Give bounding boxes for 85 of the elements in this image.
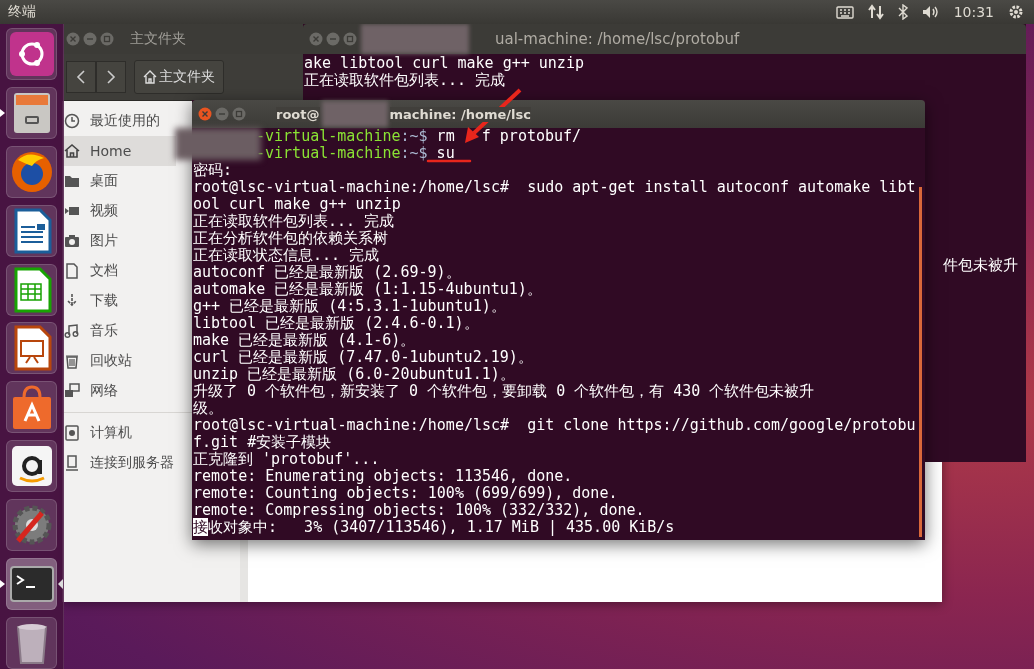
prompt-host: -virtual-machine (256, 127, 401, 145)
terminal-line: 升级了 0 个软件包，新安装了 0 个软件包，要卸载 0 个软件包，有 430 个软件包未被升 (193, 383, 816, 400)
command-text: su (435, 144, 455, 162)
bluetooth-icon[interactable] (897, 4, 908, 20)
forward-button[interactable] (96, 61, 126, 93)
launcher-item[interactable] (5, 381, 58, 434)
terminal-line: make 已经是最新版 (4.1-6)。 (193, 332, 417, 349)
prompt-path: :~$ (400, 127, 428, 145)
drive-icon (64, 425, 80, 441)
blurred-patch (321, 101, 388, 127)
terminal-line: 正在分析软件包的依赖关系树 (193, 230, 389, 247)
sidebar-item[interactable]: Home (62, 136, 176, 166)
sidebar-item[interactable]: 网络 (62, 376, 176, 406)
prompt-path: :~$ (400, 144, 428, 162)
close-icon[interactable] (198, 107, 212, 121)
terminal-line: ool curl make g++ unzip (193, 196, 402, 213)
chevron-right-icon (106, 70, 116, 84)
chevron-left-icon (76, 70, 86, 84)
terminal-line: 收对象中: 3% (3407/113546), 1.17 MiB | 435.00 KiB/s (208, 518, 675, 536)
volume-icon[interactable] (921, 5, 940, 19)
terminal-line: remote: Counting objects: 100% (699/699), done. (193, 485, 619, 502)
launcher-item[interactable] (5, 263, 58, 316)
terminal-line: 密码: (193, 162, 234, 179)
command-text: rm (435, 127, 455, 145)
terminal-line: 正在读取状态信息... 完成 (193, 247, 381, 264)
terminal-line: autoconf 已经是最新版 (2.69-9)。 (193, 264, 462, 281)
sidebar-item[interactable]: 下载 (62, 286, 176, 316)
server-icon (64, 455, 80, 471)
terminal-line: remote: Enumerating objects: 113546, done. (193, 468, 574, 485)
app-title: 终端 (8, 3, 36, 21)
terminal-line: curl 已经是最新版 (7.47.0-1ubuntu2.19)。 (193, 349, 534, 366)
launcher-item[interactable] (5, 28, 58, 81)
launcher-item[interactable] (6, 87, 58, 140)
folder-icon (64, 173, 80, 189)
terminal-line: 级。 (193, 400, 224, 417)
sidebar-item[interactable]: 计算机 (62, 418, 176, 448)
home-icon (64, 143, 80, 159)
window-title: ual-machine: /home/lsc/protobuf (495, 30, 740, 48)
document-icon (64, 263, 80, 279)
launcher-item[interactable] (5, 322, 58, 375)
terminal-line: 件包未被升 (943, 257, 1018, 274)
window-title: 主文件夹 (130, 30, 186, 48)
terminal-line: automake 已经是最新版 (1:1.15-4ubuntu1)。 (193, 281, 543, 298)
annotation-underline (426, 159, 472, 163)
terminal-line: unzip 已经是最新版 (6.0-20ubuntu1.1)。 (193, 366, 516, 383)
sidebar-item[interactable]: 视频 (62, 196, 176, 226)
launcher-item[interactable] (6, 557, 57, 610)
terminal-line: root@lsc-virtual-machine:/home/lsc# git clone https://github.com/google/protobu (193, 417, 917, 434)
sidebar-item[interactable]: 音乐 (62, 316, 176, 346)
trash-icon (64, 353, 80, 369)
terminal-line: g++ 已经是最新版 (4:5.3.1-1ubuntu1)。 (193, 298, 507, 315)
home-icon (143, 70, 157, 84)
clock-icon (64, 113, 80, 129)
sidebar-item[interactable]: 文档 (62, 256, 176, 286)
network-icon[interactable] (867, 4, 884, 20)
keyboard-icon[interactable] (835, 5, 854, 19)
terminal-line: 正在读取软件包列表... 完成 (193, 213, 395, 230)
terminal-line: libtool 已经是最新版 (2.4.6-0.1)。 (193, 315, 480, 332)
prompt-host: -virtual-machine (256, 144, 401, 162)
music-note-icon (64, 323, 80, 339)
path-button[interactable]: 主文件夹 (134, 60, 224, 94)
launcher-item[interactable] (5, 616, 58, 669)
window-title: root@ (276, 106, 320, 122)
launcher-item[interactable] (5, 204, 58, 257)
sidebar-item[interactable]: 连接到服务器 (62, 448, 176, 478)
terminal-line: 正在读取软件包列表... 完成 (304, 72, 507, 89)
terminal-line: 正克隆到 'protobuf'... (193, 451, 381, 468)
launcher-item[interactable] (5, 440, 58, 493)
sidebar-item[interactable]: 回收站 (62, 346, 176, 376)
window-title: machine: /home/lsc (389, 106, 531, 122)
settings-icon[interactable] (1008, 4, 1024, 20)
sidebar-item[interactable]: 桌面 (62, 166, 176, 196)
dash-icon (7, 30, 56, 79)
sidebar-item[interactable]: 最近使用的 (62, 106, 176, 136)
clock-text[interactable]: 10:31 (953, 4, 994, 20)
network-computers-icon (64, 383, 80, 399)
back-button[interactable] (66, 61, 96, 93)
launcher-item[interactable] (5, 146, 58, 199)
terminal-line: f.git #安装子模块 (193, 434, 333, 451)
terminal-line: remote: Compressing objects: 100% (332/332), done. (193, 502, 646, 519)
command-text: f protobuf/ (481, 127, 582, 145)
sidebar-item[interactable]: 图片 (62, 226, 176, 256)
terminal-line: ake libtool curl make g++ unzip (304, 55, 585, 72)
text-cursor: 接 (193, 518, 208, 536)
terminal-line: root@lsc-virtual-machine:/home/lsc# sudo apt-get install autoconf automake libt (193, 179, 917, 196)
